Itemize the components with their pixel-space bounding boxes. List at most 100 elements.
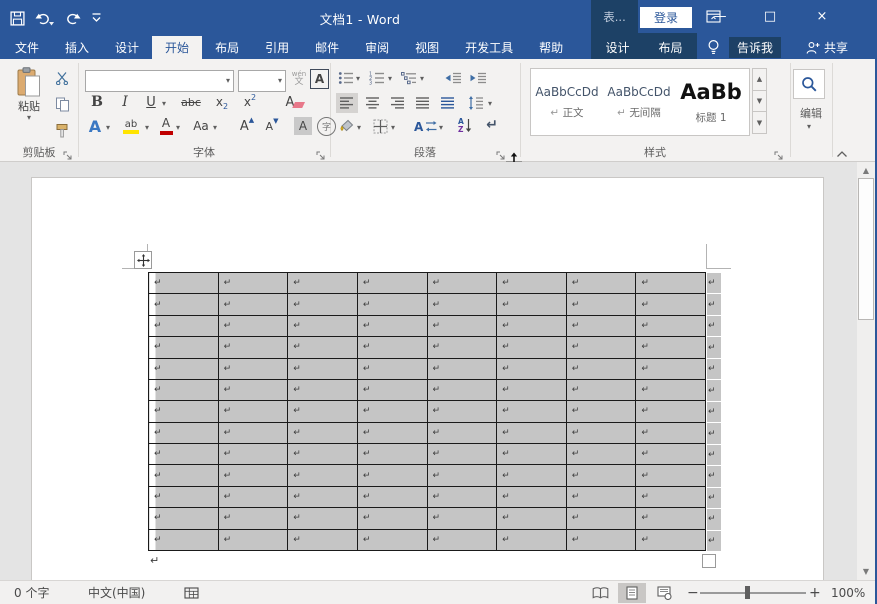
- table-cell[interactable]: ↵: [427, 508, 497, 529]
- table-cell[interactable]: ↵: [427, 273, 497, 294]
- borders-caret[interactable]: ▾: [391, 124, 395, 132]
- share-button[interactable]: 共享: [806, 37, 848, 58]
- table-cell[interactable]: ↵: [427, 401, 497, 422]
- ribbon-tab[interactable]: 视图: [402, 36, 452, 59]
- table-cell[interactable]: ↵: [497, 422, 567, 443]
- table-cell[interactable]: ↵: [636, 508, 706, 529]
- shading-button[interactable]: [336, 117, 356, 135]
- increase-indent-button[interactable]: [468, 69, 488, 87]
- table-cell[interactable]: ↵: [427, 315, 497, 336]
- underline-button[interactable]: U: [143, 92, 159, 112]
- table-cell[interactable]: ↵: [497, 379, 567, 400]
- table-cell[interactable]: ↵: [497, 486, 567, 507]
- grow-font-button[interactable]: A ▲: [237, 116, 257, 136]
- table-cell[interactable]: ↵: [149, 465, 219, 486]
- line-spacing-button[interactable]: [466, 93, 486, 113]
- read-mode-button[interactable]: [586, 583, 614, 603]
- zoom-level[interactable]: 100%: [831, 581, 865, 604]
- table-cell[interactable]: ↵: [149, 401, 219, 422]
- table-move-handle[interactable]: [134, 251, 152, 269]
- phonetic-guide-button[interactable]: wén 文: [290, 67, 308, 91]
- table-cell[interactable]: ↵: [566, 337, 636, 358]
- align-center-button[interactable]: [362, 93, 384, 113]
- edit-group-caret[interactable]: ▾: [807, 123, 811, 131]
- table-cell[interactable]: ↵: [636, 379, 706, 400]
- table-cell[interactable]: ↵: [357, 422, 427, 443]
- table-cell[interactable]: ↵: [288, 486, 358, 507]
- table-cell[interactable]: ↵: [149, 315, 219, 336]
- change-case-caret[interactable]: ▾: [213, 124, 217, 132]
- table-cell[interactable]: ↵: [218, 315, 288, 336]
- table-cell[interactable]: ↵: [566, 444, 636, 465]
- text-highlight-button[interactable]: ab: [120, 116, 142, 136]
- zoom-slider-thumb[interactable]: [745, 586, 750, 599]
- table-cell[interactable]: ↵: [427, 529, 497, 551]
- table-cell[interactable]: ↵: [288, 337, 358, 358]
- table-cell[interactable]: ↵: [566, 422, 636, 443]
- styles-scroll-down-button[interactable]: ▼: [752, 91, 767, 113]
- table-cell[interactable]: ↵: [149, 422, 219, 443]
- document-canvas[interactable]: ↵↵↵↵↵↵↵↵↵↵↵↵↵↵↵↵↵↵↵↵↵↵↵↵↵↵↵↵↵↵↵↵↵↵↵↵↵↵↵↵…: [0, 162, 877, 580]
- bullets-caret[interactable]: ▾: [356, 75, 360, 83]
- table-cell[interactable]: ↵: [427, 379, 497, 400]
- table-cell[interactable]: ↵: [497, 337, 567, 358]
- table-cell[interactable]: ↵: [149, 337, 219, 358]
- ribbon-tab[interactable]: 插入: [52, 36, 102, 59]
- distribute-button[interactable]: [437, 93, 459, 113]
- table-cell[interactable]: ↵: [218, 294, 288, 315]
- contextual-tab[interactable]: 布局: [650, 36, 690, 59]
- table-cell[interactable]: ↵: [288, 379, 358, 400]
- table-cell[interactable]: ↵: [636, 358, 706, 379]
- language-status[interactable]: 中文(中国): [88, 581, 145, 604]
- table-cell[interactable]: ↵: [566, 358, 636, 379]
- table-cell[interactable]: ↵: [636, 465, 706, 486]
- table-cell[interactable]: ↵: [427, 358, 497, 379]
- copy-button[interactable]: [52, 95, 72, 113]
- font-size-caret[interactable]: ▾: [278, 77, 282, 85]
- table-cell[interactable]: ↵: [636, 422, 706, 443]
- table-cell[interactable]: ↵: [427, 294, 497, 315]
- table-resize-handle[interactable]: [702, 554, 716, 568]
- shrink-font-button[interactable]: A ▼: [263, 117, 281, 136]
- decrease-indent-button[interactable]: [443, 69, 463, 87]
- table-cell[interactable]: ↵: [427, 465, 497, 486]
- table-cell[interactable]: ↵: [149, 294, 219, 315]
- table-cell[interactable]: ↵: [497, 444, 567, 465]
- subscript-button[interactable]: x 2: [212, 93, 232, 111]
- table-cell[interactable]: ↵: [288, 529, 358, 551]
- ribbon-tab[interactable]: 文件: [2, 36, 52, 59]
- asian-layout-caret[interactable]: ▾: [439, 124, 443, 132]
- table-cell[interactable]: ↵: [566, 529, 636, 551]
- table-cell[interactable]: ↵: [357, 486, 427, 507]
- table-cell[interactable]: ↵: [497, 358, 567, 379]
- font-name-combobox[interactable]: ▾: [85, 70, 234, 92]
- font-name-caret[interactable]: ▾: [226, 77, 230, 85]
- borders-button[interactable]: [370, 117, 390, 135]
- tell-me-box[interactable]: 告诉我: [729, 37, 781, 58]
- table-cell[interactable]: ↵: [288, 444, 358, 465]
- ribbon-tab[interactable]: 引用: [252, 36, 302, 59]
- table-cell[interactable]: ↵: [497, 273, 567, 294]
- align-left-button[interactable]: [336, 93, 358, 113]
- table-cell[interactable]: ↵: [288, 508, 358, 529]
- table-cell[interactable]: ↵: [288, 465, 358, 486]
- table-cell[interactable]: ↵: [288, 422, 358, 443]
- minimize-button[interactable]: —: [703, 0, 737, 33]
- styles-gallery-more-button[interactable]: ▼: [752, 112, 767, 134]
- table-cell[interactable]: ↵: [566, 315, 636, 336]
- table-cell[interactable]: ↵: [357, 337, 427, 358]
- table-cell[interactable]: ↵: [427, 422, 497, 443]
- multilevel-list-button[interactable]: [400, 69, 418, 87]
- align-right-button[interactable]: [387, 93, 409, 113]
- table-cell[interactable]: ↵: [497, 315, 567, 336]
- table-cell[interactable]: ↵: [149, 529, 219, 551]
- table-cell[interactable]: ↵: [497, 508, 567, 529]
- change-case-button[interactable]: Aa: [190, 117, 212, 135]
- table-cell[interactable]: ↵: [149, 508, 219, 529]
- character-border-button[interactable]: A: [310, 69, 329, 89]
- line-spacing-caret[interactable]: ▾: [488, 100, 492, 108]
- highlight-caret[interactable]: ▾: [145, 124, 149, 132]
- document-table[interactable]: ↵↵↵↵↵↵↵↵↵↵↵↵↵↵↵↵↵↵↵↵↵↵↵↵↵↵↵↵↵↵↵↵↵↵↵↵↵↵↵↵…: [148, 272, 706, 551]
- clipboard-dialog-launcher[interactable]: [63, 146, 75, 158]
- table-cell[interactable]: ↵: [149, 273, 219, 294]
